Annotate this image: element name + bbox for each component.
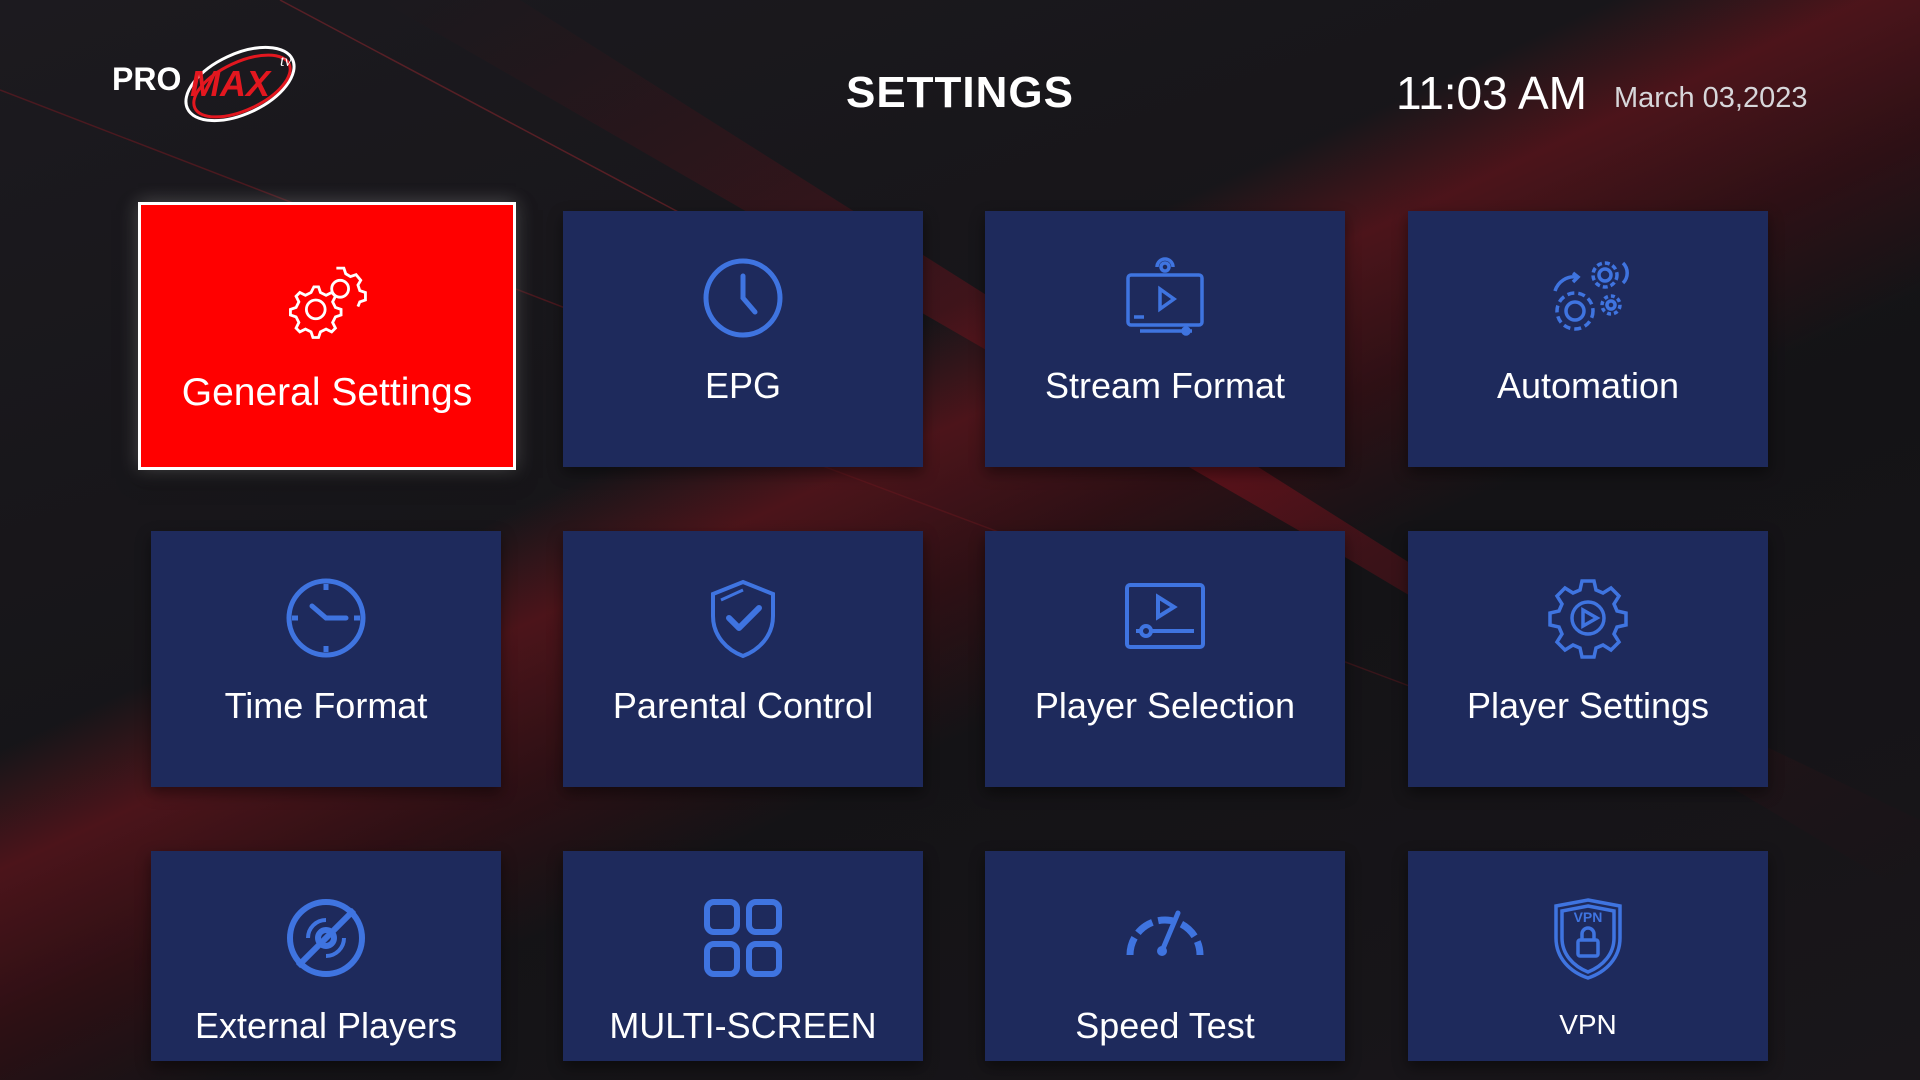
tile-player-selection[interactable]: Player Selection — [985, 531, 1345, 787]
player-screen-icon — [1120, 573, 1210, 663]
grid-icon — [698, 893, 788, 983]
tile-label: Time Format — [224, 685, 428, 726]
vpn-shield-icon: VPN — [1543, 893, 1633, 983]
tile-label: VPN — [1559, 1009, 1617, 1040]
stream-monitor-icon — [1120, 253, 1210, 343]
tile-stream-format[interactable]: Stream Format — [985, 211, 1345, 467]
tile-label: Speed Test — [1075, 1005, 1255, 1046]
clock-time: 11:03 AM — [1396, 67, 1587, 119]
tile-external-players[interactable]: External Players — [151, 851, 501, 1061]
clock-icon — [698, 253, 788, 343]
svg-text:VPN: VPN — [1574, 909, 1603, 925]
tile-general-settings[interactable]: General Settings — [138, 202, 516, 470]
shield-check-icon — [698, 573, 788, 663]
tile-parental-control[interactable]: Parental Control — [563, 531, 923, 787]
tile-label: Stream Format — [1044, 365, 1286, 406]
tile-time-format[interactable]: Time Format — [151, 531, 501, 787]
clock-date: March 03,2023 — [1614, 82, 1808, 114]
speedometer-icon — [1120, 893, 1210, 983]
settings-screen: PRO MAX tv SETTINGS 11:03 AM March 03,20… — [0, 0, 1920, 1080]
tile-automation[interactable]: Automation — [1408, 211, 1768, 467]
gears-icon — [282, 255, 372, 345]
tile-speed-test[interactable]: Speed Test — [985, 851, 1345, 1061]
tile-label: Automation — [1496, 365, 1680, 406]
tile-label: Player Settings — [1466, 685, 1710, 726]
tile-multi-screen[interactable]: MULTI-SCREEN — [563, 851, 923, 1061]
time-clock-icon — [281, 573, 371, 663]
tile-label: Player Selection — [1034, 685, 1296, 726]
gear-play-icon — [1543, 573, 1633, 663]
tile-label: Parental Control — [612, 685, 874, 726]
tile-label: General Settings — [181, 371, 473, 414]
disc-off-icon — [281, 893, 371, 983]
tile-player-settings[interactable]: Player Settings — [1408, 531, 1768, 787]
automation-gears-icon — [1543, 253, 1633, 343]
tile-epg[interactable]: EPG — [563, 211, 923, 467]
tile-label: MULTI-SCREEN — [609, 1005, 877, 1046]
tile-label: External Players — [194, 1005, 458, 1046]
tile-vpn[interactable]: VPN VPN — [1408, 851, 1768, 1061]
tile-label: EPG — [704, 365, 782, 406]
